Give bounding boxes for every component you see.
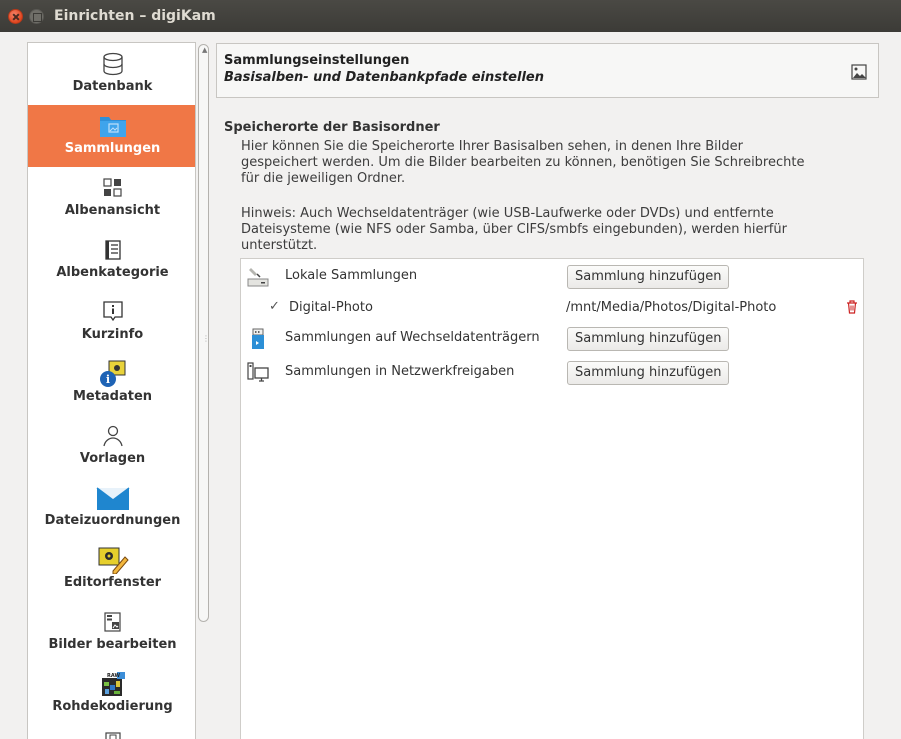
sidebar-item-rohdekodierung[interactable]: RAW Rohdekodierung [28,663,195,725]
local-drive-icon [247,266,269,288]
sidebar-item-metadaten[interactable]: i Metadaten [28,353,195,415]
delete-icon[interactable] [846,300,858,318]
sidebar-item-label: Datenbank [72,79,153,94]
sidebar-item-label: Sammlungen [64,141,161,156]
removable-media-icon [247,328,269,350]
note-line: Hinweis: Auch Wechseldatenträger (wie US… [241,206,774,221]
sidebar-item-vorlagen[interactable]: Vorlagen [28,415,195,477]
sidebar-next-icon [102,729,124,739]
page-header: Sammlungseinstellungen Basisalben- und D… [216,43,879,98]
sidebar-item-label: Albenkategorie [56,265,169,280]
sidebar-scrollbar-thumb[interactable] [198,44,209,622]
envelope-icon [96,487,129,510]
list-item-local[interactable]: Lokale Sammlungen Sammlung hinzufügen [241,261,863,291]
folder-image-icon [99,117,126,137]
raw-decoding-icon: RAW [101,672,125,696]
list-document-icon [104,240,121,260]
sidebar-item-label: Bilder bearbeiten [48,637,177,652]
sidebar-item-dateizuordnungen[interactable]: Dateizuordnungen [28,477,195,539]
title-bar: Einrichten – digiKam [0,0,901,32]
page-title: Sammlungseinstellungen [224,53,410,68]
sidebar-item-label: Metadaten [72,389,153,404]
sidebar-item-bilder-bearbeiten[interactable]: Bilder bearbeiten [28,601,195,663]
intro-line: gespeichert werden. Um die Bilder bearbe… [241,155,805,170]
info-box-icon [102,301,123,322]
sidebar-item-label: Vorlagen [79,451,146,466]
sidebar-item-label: Albenansicht [64,203,161,218]
scroll-up-icon[interactable]: ▲ [202,46,207,54]
sidebar-item-label: Rohdekodierung [52,699,173,714]
window-minimize-button[interactable] [29,9,44,24]
collection-path: /mnt/Media/Photos/Digital-Photo [566,300,777,315]
note-text: Hinweis: Auch Wechseldatenträger (wie US… [241,206,861,254]
window-close-button[interactable] [8,9,23,24]
collections-list[interactable]: Lokale Sammlungen Sammlung hinzufügen ✓ … [240,258,864,739]
database-icon [102,52,123,76]
sidebar-item-sammlungen[interactable]: Sammlungen [28,105,195,167]
sidebar-item-label: Kurzinfo [81,327,144,342]
sidebar-item-albenansicht[interactable]: Albenansicht [28,167,195,229]
sidebar-item-editorfenster[interactable]: Editorfenster [28,539,195,601]
sidebar-item-label: Editorfenster [63,575,162,590]
add-removable-collection-button[interactable]: Sammlung hinzufügen [567,327,730,351]
splitter-handle[interactable]: ⋮ [202,334,210,343]
view-grid-icon [102,178,122,197]
sidebar-item-albenkategorie[interactable]: Albenkategorie [28,229,195,291]
svg-text:RAW: RAW [107,673,120,679]
collection-name: Digital-Photo [289,300,373,315]
network-collections-label: Sammlungen in Netzwerkfreigaben [285,364,515,379]
sidebar-item-datenbank[interactable]: Datenbank [28,43,195,105]
local-collections-label: Lokale Sammlungen [285,268,418,283]
list-item-network[interactable]: Sammlungen in Netzwerkfreigaben Sammlung… [241,357,863,387]
intro-text: Hier können Sie die Speicherorte Ihrer B… [241,139,861,187]
image-document-icon [103,612,121,632]
user-icon [102,425,123,447]
list-item-removable[interactable]: Sammlungen auf Wechseldatenträgern Samml… [241,323,863,353]
section-title: Speicherorte der Basisordner [224,120,440,135]
intro-line: für die jeweiligen Ordner. [241,171,406,186]
note-line: Dateisysteme (wie NFS oder Samba, über C… [241,222,787,237]
add-network-collection-button[interactable]: Sammlung hinzufügen [567,361,730,385]
list-item-digital-photo[interactable]: ✓ Digital-Photo /mnt/Media/Photos/Digita… [241,293,863,323]
page-subtitle: Basisalben- und Datenbankpfade einstelle… [224,70,544,85]
window-title: Einrichten – digiKam [54,8,216,24]
network-share-icon [247,362,269,384]
svg-text:i: i [105,373,109,386]
intro-line: Hier können Sie die Speicherorte Ihrer B… [241,139,744,154]
image-edit-icon [98,547,129,574]
sidebar-item-label: Dateizuordnungen [44,513,181,528]
metadata-info-icon: i [99,360,125,387]
sidebar-item-kurzinfo[interactable]: Kurzinfo [28,291,195,353]
image-icon [851,64,867,84]
settings-sidebar: Datenbank Sammlungen Albenansicht Albenk… [27,42,196,739]
removable-collections-label: Sammlungen auf Wechseldatenträgern [285,330,540,345]
note-line: unterstützt. [241,238,318,253]
checkmark-icon: ✓ [269,299,280,314]
add-local-collection-button[interactable]: Sammlung hinzufügen [567,265,730,289]
